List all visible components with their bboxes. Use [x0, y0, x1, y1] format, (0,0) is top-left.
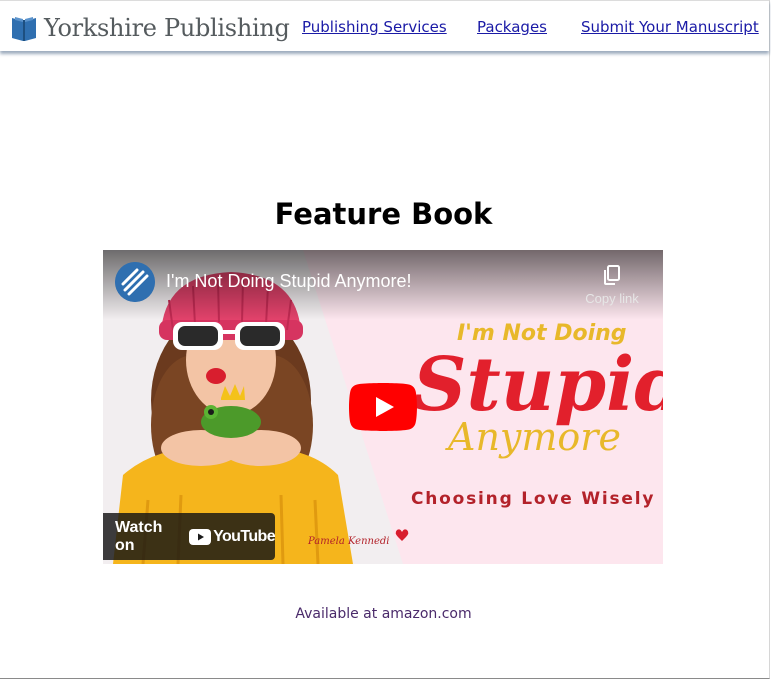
cover-line3: Anymore: [445, 415, 621, 459]
channel-logo-icon: [115, 262, 155, 302]
main-nav: Publishing Services Packages Submit Your…: [0, 18, 769, 38]
availability-text: Available at amazon.com: [295, 606, 472, 622]
nav-packages[interactable]: Packages: [477, 18, 547, 36]
youtube-logo-icon: [189, 528, 212, 545]
video-title[interactable]: I'm Not Doing Stupid Anymore!: [166, 271, 412, 292]
youtube-video-embed[interactable]: I'm Not Doing Stupid Anymore Choosing Lo…: [103, 250, 663, 564]
copy-link-label: Copy link: [585, 291, 639, 306]
youtube-wordmark: YouTube: [213, 527, 275, 545]
site-header: Yorkshire Publishing Publishing Services…: [0, 0, 769, 51]
copy-icon: [604, 265, 620, 285]
youtube-logo: YouTube: [189, 527, 276, 546]
cover-subtitle: Choosing Love Wisely: [411, 489, 655, 509]
cover-author: Pamela Kennedi: [307, 536, 390, 547]
page-title: Feature Book: [274, 197, 493, 231]
channel-avatar[interactable]: [115, 262, 155, 302]
nav-publishing-services[interactable]: Publishing Services: [302, 18, 447, 36]
nav-submit-manuscript[interactable]: Submit Your Manuscript: [581, 18, 759, 36]
youtube-play-icon[interactable]: [349, 383, 417, 431]
copy-link-button[interactable]: Copy link: [577, 264, 647, 306]
watch-on-youtube-button[interactable]: Watch on YouTube: [103, 513, 276, 560]
watch-on-label: Watch on: [115, 518, 163, 554]
